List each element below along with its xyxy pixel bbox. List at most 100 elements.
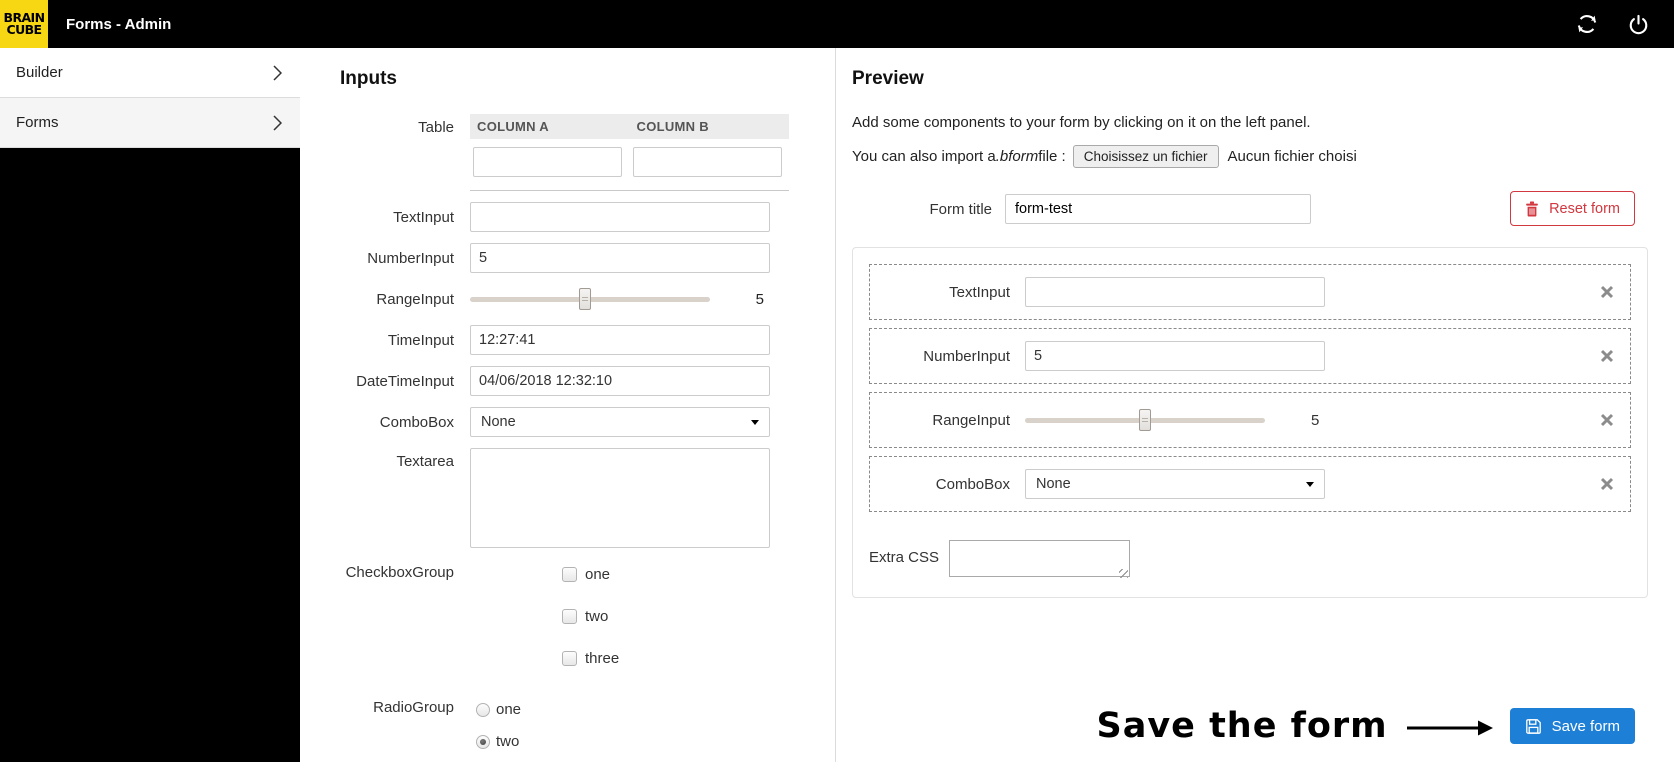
extra-css-resize-wrap xyxy=(949,540,1131,582)
trash-icon xyxy=(1526,201,1538,216)
import-line: You can also import a .bform file : Choi… xyxy=(852,145,1674,168)
field-label: TimeInput xyxy=(387,331,454,349)
numberinput-field[interactable] xyxy=(470,243,770,273)
preview-hint-text: Add some components to your form by clic… xyxy=(852,114,1311,131)
field-row-radiogroup: RadioGroup one two xyxy=(300,696,835,760)
table-component[interactable]: COLUMN A COLUMN B xyxy=(470,114,789,191)
refresh-icon[interactable] xyxy=(1575,12,1599,36)
arrow-right-icon xyxy=(1406,720,1493,736)
preview-numberinput-field[interactable] xyxy=(1025,341,1325,371)
checkbox-icon[interactable] xyxy=(562,566,577,582)
reset-form-button[interactable]: Reset form xyxy=(1510,191,1635,226)
close-icon[interactable] xyxy=(1600,413,1614,427)
save-floppy-icon xyxy=(1525,718,1541,734)
extra-css-textarea[interactable] xyxy=(949,540,1131,577)
field-row-timeinput: TimeInput xyxy=(300,325,835,355)
field-row-textinput: TextInput xyxy=(300,202,835,232)
field-label: DateTimeInput xyxy=(356,372,454,390)
radio-label: two xyxy=(496,733,520,750)
save-form-button[interactable]: Save form xyxy=(1509,708,1635,744)
form-title-input[interactable] xyxy=(1005,194,1311,224)
preview-component-numberinput[interactable]: NumberInput xyxy=(869,328,1631,384)
import-file-extension: .bform xyxy=(995,148,1039,165)
rangeinput-slider[interactable] xyxy=(470,284,710,314)
preview-panel-title: Preview xyxy=(852,68,924,89)
reset-form-label: Reset form xyxy=(1549,200,1620,217)
field-row-combobox: ComboBox None xyxy=(300,407,835,437)
field-label: CheckboxGroup xyxy=(345,564,454,581)
component-label: TextInput xyxy=(949,283,1010,301)
checkbox-option-one[interactable]: one xyxy=(554,559,619,589)
field-row-checkboxgroup: CheckboxGroup one two three xyxy=(300,559,835,685)
field-row-rangeinput: RangeInput 5 xyxy=(300,284,835,314)
table-cell-input-a[interactable] xyxy=(473,147,622,177)
import-text-suffix: file : xyxy=(1038,148,1066,165)
range-handle[interactable] xyxy=(579,288,592,310)
file-choose-button[interactable]: Choisissez un fichier xyxy=(1072,145,1219,168)
table-row xyxy=(470,139,789,191)
field-label: Textarea xyxy=(396,453,454,470)
checkbox-icon[interactable] xyxy=(562,650,577,666)
preview-combobox-select[interactable]: None xyxy=(1025,469,1325,499)
preview-rangeinput-slider[interactable] xyxy=(1025,405,1265,435)
import-text-prefix: You can also import a xyxy=(852,148,996,165)
radio-option-one[interactable]: one xyxy=(470,696,521,723)
combobox-select[interactable]: None xyxy=(470,407,770,437)
checkbox-option-three[interactable]: three xyxy=(554,643,619,673)
range-value: 5 xyxy=(755,290,764,308)
form-title-row: Form title Reset form xyxy=(852,191,1674,227)
sidebar: Builder Forms xyxy=(0,48,300,762)
preview-textinput-field[interactable] xyxy=(1025,277,1325,307)
combobox-selected-value: None xyxy=(1036,476,1071,492)
preview-form-container: TextInput NumberInput RangeInput xyxy=(852,247,1648,598)
inputs-panel: Inputs Table COLUMN A COLUMN B TextInput xyxy=(300,48,836,762)
component-label: NumberInput xyxy=(923,347,1010,365)
field-label: ComboBox xyxy=(379,413,454,431)
field-row-datetimeinput: DateTimeInput xyxy=(300,366,835,396)
timeinput-field[interactable] xyxy=(470,325,770,355)
datetimeinput-field[interactable] xyxy=(470,366,770,396)
field-row-table: Table COLUMN A COLUMN B xyxy=(300,114,835,191)
sidebar-item-label: Forms xyxy=(16,114,59,131)
field-row-numberinput: NumberInput xyxy=(300,243,835,273)
sidebar-item-forms[interactable]: Forms xyxy=(0,98,300,148)
preview-component-combobox[interactable]: ComboBox None xyxy=(869,456,1631,512)
textinput-field[interactable] xyxy=(470,202,770,232)
extra-css-label: Extra CSS xyxy=(869,549,940,566)
logo-line2: CUBE xyxy=(6,22,43,37)
radio-label: one xyxy=(496,701,522,718)
table-column-header: COLUMN B xyxy=(636,119,709,134)
save-row: Save the form Save form xyxy=(1096,706,1635,746)
inputs-panel-title: Inputs xyxy=(340,68,397,89)
field-label: NumberInput xyxy=(367,249,454,267)
preview-component-textinput[interactable]: TextInput xyxy=(869,264,1631,320)
radio-icon-checked[interactable] xyxy=(476,734,490,749)
range-handle[interactable] xyxy=(1139,409,1151,431)
radio-icon[interactable] xyxy=(476,702,490,717)
table-header: COLUMN A COLUMN B xyxy=(470,114,789,139)
checkbox-label: one xyxy=(585,565,611,583)
table-cell-input-b[interactable] xyxy=(633,147,782,177)
dropdown-caret-icon xyxy=(1306,481,1314,487)
sidebar-item-builder[interactable]: Builder xyxy=(0,48,300,98)
field-label: TextInput xyxy=(393,208,454,226)
textarea-field[interactable] xyxy=(470,448,770,548)
close-icon[interactable] xyxy=(1600,477,1614,491)
save-form-label: Save form xyxy=(1551,717,1620,735)
radio-option-two[interactable]: two xyxy=(470,728,521,755)
save-annotation-text: Save the form xyxy=(1096,706,1388,746)
checkbox-icon[interactable] xyxy=(562,608,577,624)
field-label: Table xyxy=(418,119,454,136)
topbar: BRAIN CUBE Forms - Admin xyxy=(0,0,1674,48)
app-title: Forms - Admin xyxy=(66,15,172,33)
field-label: RadioGroup xyxy=(373,699,454,716)
table-column-header: COLUMN A xyxy=(477,119,549,134)
close-icon[interactable] xyxy=(1600,285,1614,299)
power-icon[interactable] xyxy=(1627,13,1650,36)
close-icon[interactable] xyxy=(1600,349,1614,363)
component-label: ComboBox xyxy=(935,475,1010,493)
checkbox-label: three xyxy=(585,649,620,667)
checkbox-option-two[interactable]: two xyxy=(554,601,619,631)
preview-component-rangeinput[interactable]: RangeInput 5 xyxy=(869,392,1631,448)
component-label: RangeInput xyxy=(932,411,1010,429)
